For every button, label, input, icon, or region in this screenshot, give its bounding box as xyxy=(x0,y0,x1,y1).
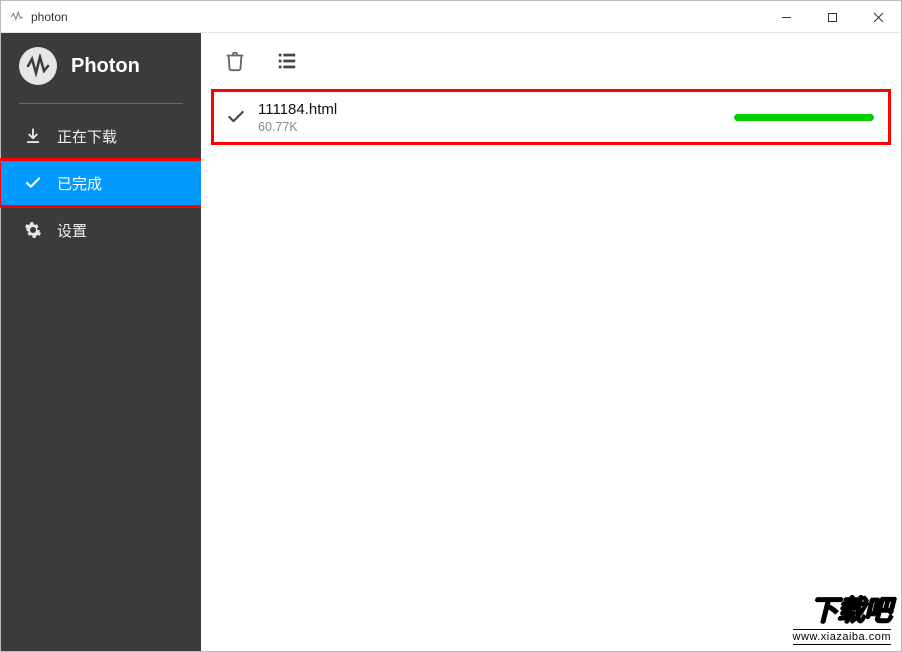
window-titlebar: photon xyxy=(1,1,901,33)
sidebar: Photon 正在下载 已完成 设置 xyxy=(1,33,201,651)
watermark-text: 下载吧 xyxy=(793,589,891,629)
sidebar-item-label: 设置 xyxy=(57,220,87,241)
toolbar xyxy=(201,33,901,89)
sidebar-item-label: 已完成 xyxy=(57,173,102,194)
sidebar-divider xyxy=(19,103,183,104)
download-filesize: 60.77K xyxy=(258,120,718,134)
minimize-button[interactable] xyxy=(763,1,809,33)
check-icon xyxy=(23,173,43,193)
download-info: 111184.html 60.77K xyxy=(258,101,718,134)
watermark-url: www.xiazaiba.com xyxy=(793,629,891,645)
brand-name: Photon xyxy=(71,55,140,78)
sidebar-item-completed[interactable]: 已完成 xyxy=(1,161,201,205)
download-progress-bar xyxy=(734,114,874,121)
gear-icon xyxy=(23,220,43,240)
check-icon xyxy=(224,105,248,129)
sidebar-item-downloading[interactable]: 正在下载 xyxy=(1,114,201,158)
download-icon xyxy=(23,126,43,146)
app-icon xyxy=(9,9,25,25)
download-filename: 111184.html xyxy=(258,101,718,118)
sidebar-item-settings[interactable]: 设置 xyxy=(1,208,201,252)
brand: Photon xyxy=(1,33,201,99)
list-view-button[interactable] xyxy=(273,47,301,75)
delete-button[interactable] xyxy=(221,47,249,75)
main-panel: 111184.html 60.77K 下载吧 www.xiazaiba.com xyxy=(201,33,901,651)
download-item[interactable]: 111184.html 60.77K xyxy=(211,89,891,145)
maximize-button[interactable] xyxy=(809,1,855,33)
window-controls xyxy=(763,1,901,33)
sidebar-item-label: 正在下载 xyxy=(57,126,117,147)
watermark: 下载吧 www.xiazaiba.com xyxy=(793,589,891,645)
close-button[interactable] xyxy=(855,1,901,33)
brand-logo xyxy=(19,47,57,85)
window-title: photon xyxy=(31,10,68,24)
